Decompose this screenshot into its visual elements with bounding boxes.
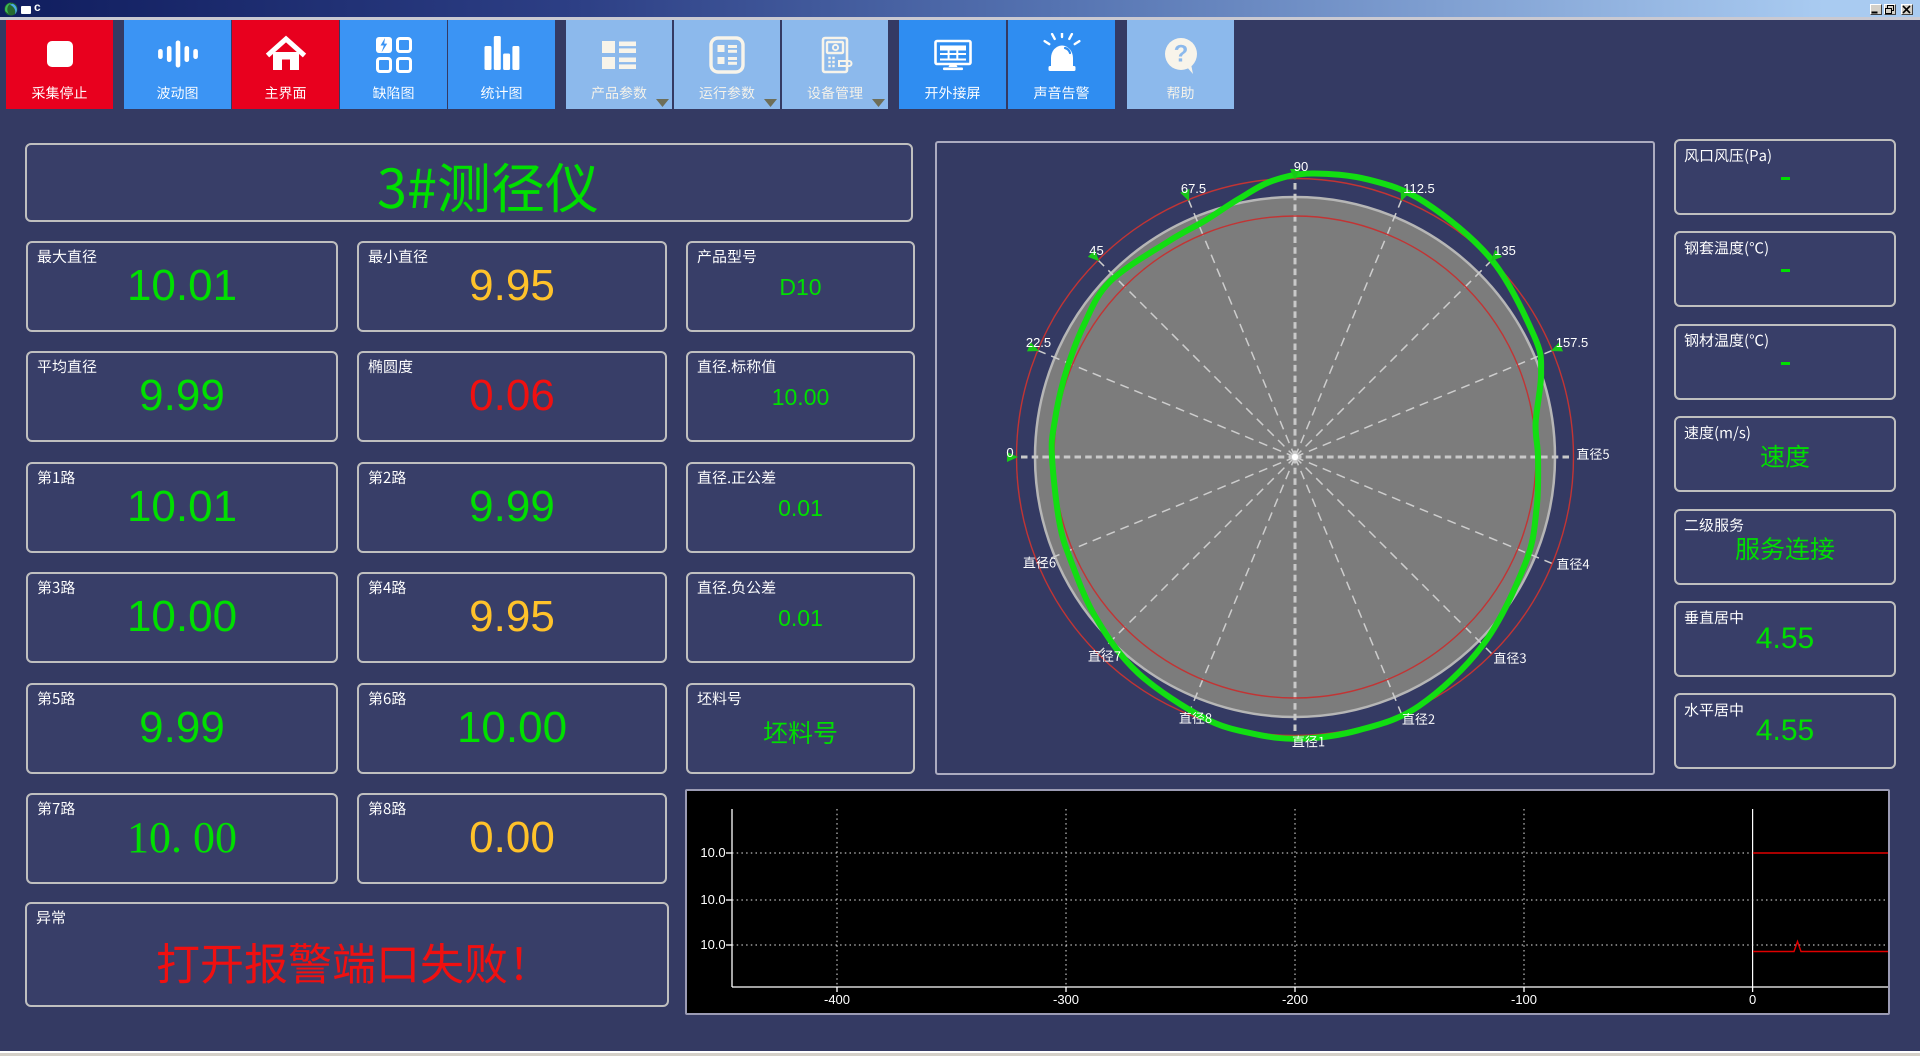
svg-text:?: ?	[1173, 41, 1188, 68]
